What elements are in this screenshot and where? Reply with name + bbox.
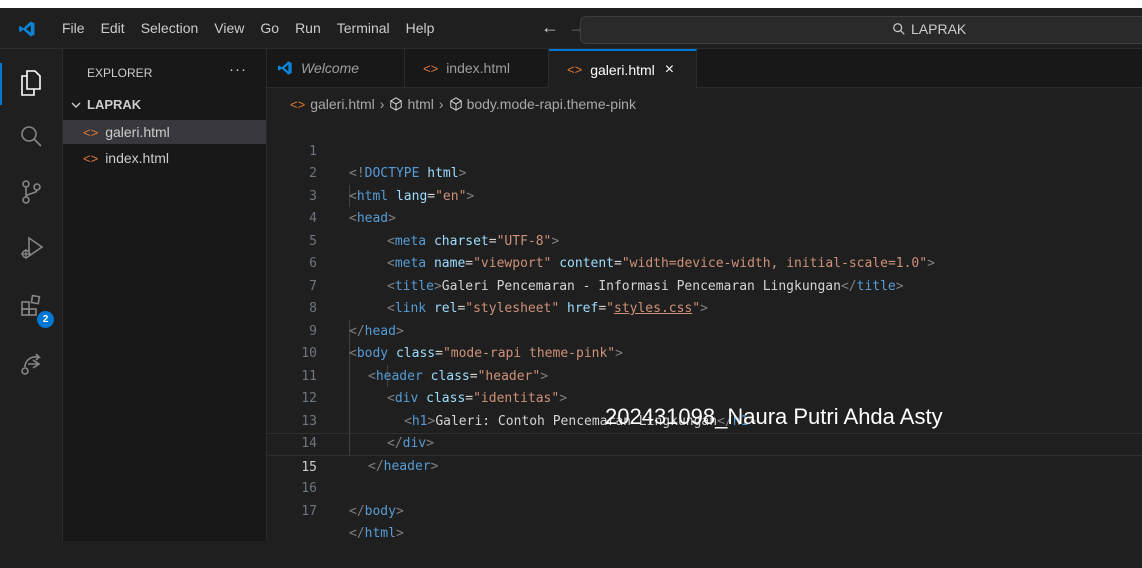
code-line: 9 <body class="mode-rapi theme-pink">	[267, 298, 1142, 362]
explorer-sidebar: EXPLORER ··· LAPRAK <> galeri.html <> in…	[63, 49, 267, 541]
breadcrumb-item-html[interactable]: html	[407, 96, 433, 112]
explorer-files-icon[interactable]	[19, 69, 43, 102]
file-label: galeri.html	[105, 124, 170, 140]
code-line: 17 </html>	[267, 478, 1142, 542]
folder-laprak[interactable]: LAPRAK	[69, 97, 141, 112]
breadcrumb-item-body[interactable]: body.mode-rapi.theme-pink	[467, 96, 636, 112]
back-arrow-icon[interactable]: ←	[541, 17, 559, 38]
tab-galeri-html[interactable]: <> galeri.html ×	[549, 49, 697, 88]
breadcrumb: <> galeri.html › html › body.mode-rapi.t…	[290, 96, 636, 112]
vscode-icon	[278, 61, 292, 75]
chevron-down-icon	[71, 102, 81, 108]
code-line: 6 <title>Galeri Pencemaran - Informasi P…	[267, 231, 1142, 294]
source-control-icon[interactable]	[19, 179, 43, 210]
active-indicator	[0, 63, 2, 105]
file-item-index[interactable]: <> index.html	[63, 146, 266, 170]
tab-label: galeri.html	[590, 61, 655, 78]
code-line: 11 <div class="identitas">	[267, 343, 1142, 407]
html-file-icon: <>	[567, 62, 583, 77]
author-overlay-text: 202431098_Naura Putri Ahda Asty	[605, 404, 943, 429]
line-number: 17	[301, 503, 317, 519]
run-debug-icon[interactable]	[19, 235, 45, 266]
close-icon[interactable]: ×	[665, 61, 674, 79]
file-item-galeri[interactable]: <> galeri.html	[63, 120, 266, 144]
menu-help[interactable]: Help	[406, 20, 435, 36]
command-center-search[interactable]: LAPRAK	[580, 16, 1142, 44]
html-file-icon: <>	[83, 150, 99, 166]
element-cube-icon	[449, 97, 462, 111]
code-line: 8 </head>	[267, 276, 1142, 339]
menu-bar: File Edit Selection View Go Run Terminal…	[62, 8, 450, 48]
explorer-header: EXPLORER	[87, 66, 153, 80]
menu-go[interactable]: Go	[260, 20, 279, 36]
html-file-icon: <>	[423, 60, 439, 76]
tab-label: Welcome	[301, 60, 360, 76]
breadcrumb-file[interactable]: galeri.html	[310, 96, 375, 112]
activity-bar: 2	[0, 49, 63, 541]
extensions-badge: 2	[37, 311, 54, 328]
code-line: 3 <head>	[267, 163, 1142, 227]
chevron-right-icon: ›	[379, 96, 385, 112]
code-line: 10 <header class="header">	[267, 321, 1142, 384]
menu-edit[interactable]: Edit	[101, 20, 125, 36]
search-icon	[893, 23, 905, 35]
menu-terminal[interactable]: Terminal	[337, 20, 390, 36]
title-bar: File Edit Selection View Go Run Terminal…	[0, 8, 1142, 49]
tab-welcome[interactable]: Welcome	[267, 49, 405, 87]
code-text: </html>	[349, 526, 404, 541]
tab-bar: Welcome <> index.html <> galeri.html ×	[267, 49, 1142, 88]
menu-file[interactable]: File	[62, 20, 85, 36]
tab-index-html[interactable]: <> index.html	[405, 49, 549, 87]
code-editor[interactable]: 1 <!DOCTYPE html> 2 <html lang="en"> 3 <…	[267, 118, 1142, 541]
search-text: LAPRAK	[911, 21, 967, 37]
code-line: 16 </body>	[267, 456, 1142, 519]
tab-label: index.html	[446, 60, 510, 76]
current-line: 15	[267, 433, 1142, 475]
code-line: 4 <meta charset="UTF-8">	[267, 186, 1142, 249]
menu-view[interactable]: View	[214, 20, 244, 36]
chevron-right-icon: ›	[438, 96, 444, 112]
html-file-icon: <>	[83, 124, 99, 140]
html-file-icon: <>	[290, 96, 306, 112]
element-cube-icon	[390, 97, 403, 111]
file-label: index.html	[105, 150, 169, 166]
code-line: 12 <h1>Galeri: Contoh Pencemaran Lingkun…	[267, 366, 1142, 429]
code-line: 7 <link rel="stylesheet" href="styles.cs…	[267, 253, 1142, 317]
search-icon[interactable]	[19, 124, 43, 153]
code-text: </body>	[349, 503, 404, 519]
folder-label: LAPRAK	[87, 97, 142, 112]
code-line: 5 <meta name="viewport" content="width=d…	[267, 208, 1142, 272]
menu-run[interactable]: Run	[295, 20, 321, 36]
code-line: 1 <!DOCTYPE html>	[267, 118, 1142, 182]
remote-explorer-icon[interactable]	[19, 351, 45, 382]
vscode-logo-icon	[18, 20, 36, 43]
code-line: 2 <html lang="en">	[267, 141, 1142, 204]
top-strip	[0, 0, 1142, 8]
more-actions-icon[interactable]: ···	[229, 61, 247, 78]
menu-selection[interactable]: Selection	[141, 20, 199, 36]
